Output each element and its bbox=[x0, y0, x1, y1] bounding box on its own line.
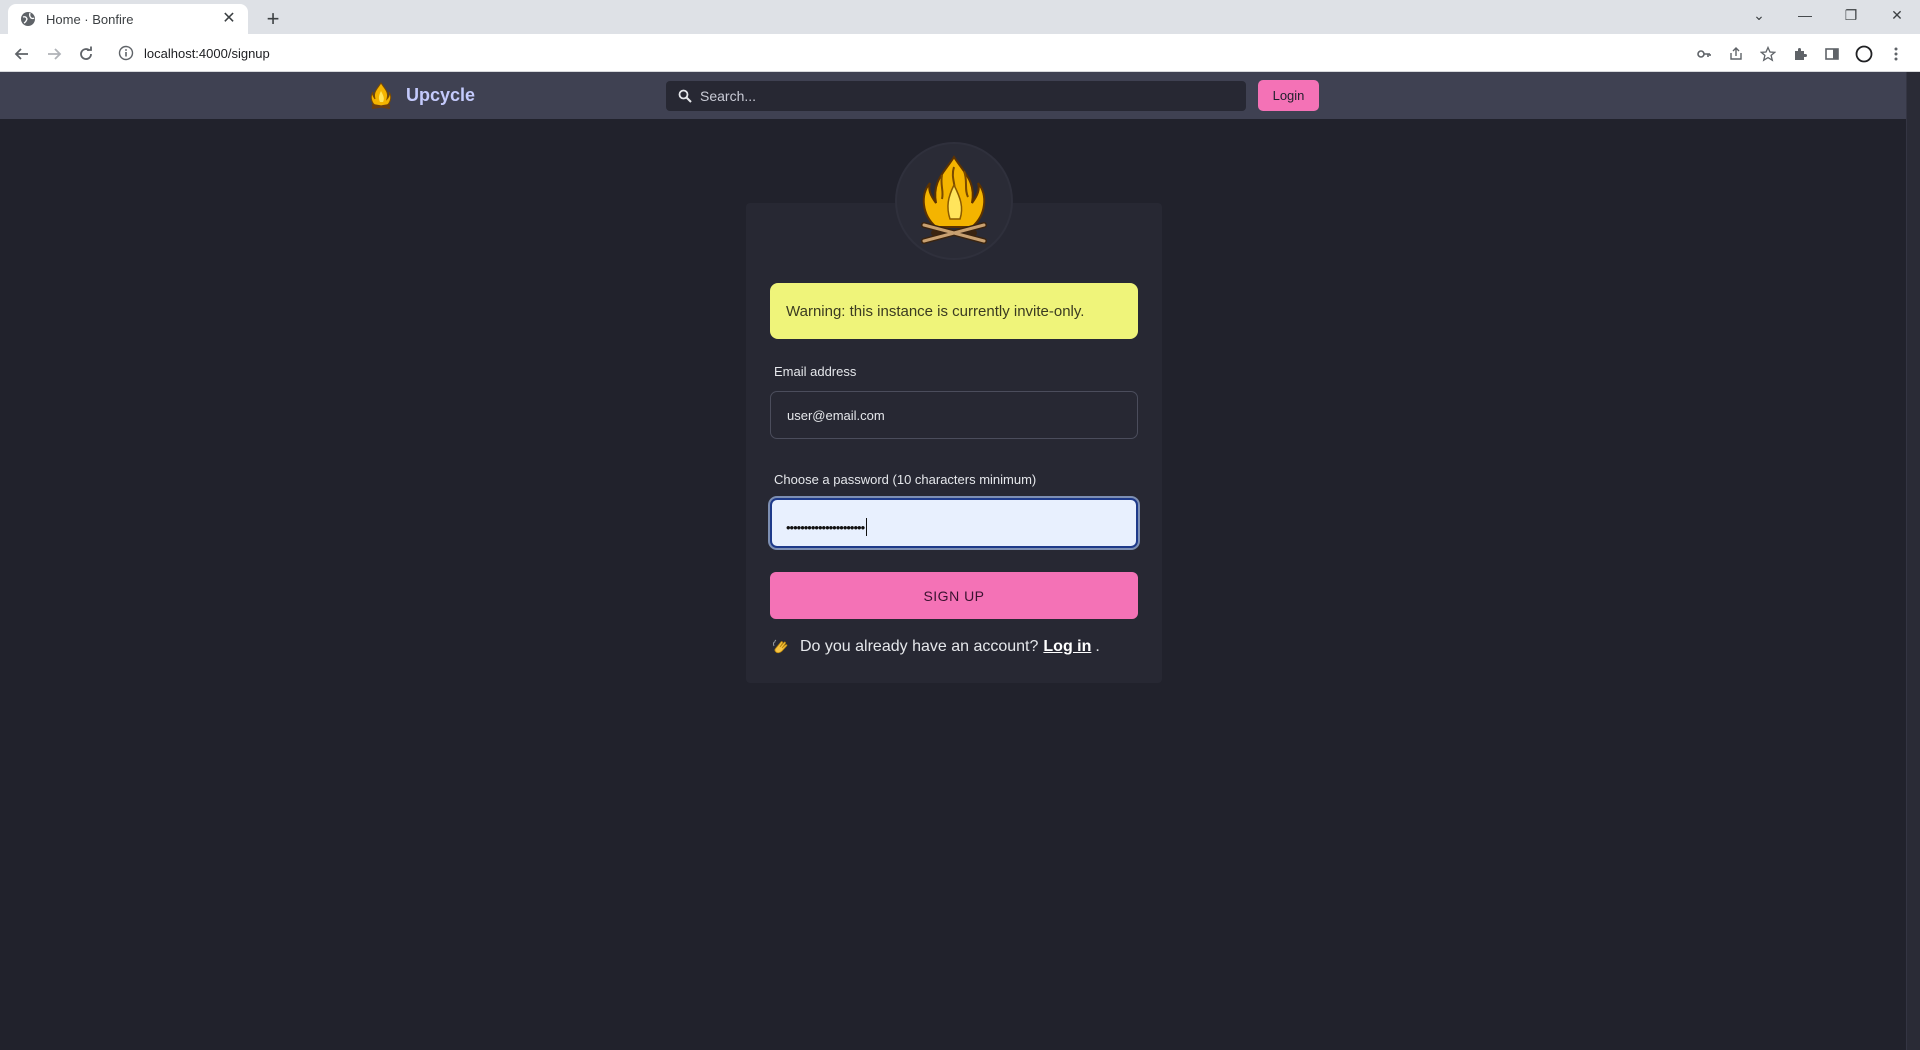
search-input[interactable] bbox=[700, 88, 1220, 104]
page-scrollbar[interactable] bbox=[1906, 72, 1920, 1050]
close-tab-icon[interactable]: ✕ bbox=[220, 10, 238, 28]
profile-icon[interactable] bbox=[1848, 40, 1880, 68]
login-prompt-period: . bbox=[1095, 638, 1100, 655]
browser-toolbar: localhost:4000/signup bbox=[0, 34, 1920, 72]
tab-title: Home · Bonfire bbox=[46, 11, 134, 27]
browser-tab-bar: Home · Bonfire ✕ + ⌄ — ❐ ✕ bbox=[0, 0, 1920, 34]
back-icon[interactable] bbox=[8, 40, 36, 68]
minimize-button[interactable]: — bbox=[1782, 0, 1828, 30]
star-icon[interactable] bbox=[1752, 40, 1784, 68]
password-mask-text: •••••••••••••••••••••• bbox=[786, 519, 865, 535]
browser-tab[interactable]: Home · Bonfire ✕ bbox=[8, 4, 248, 34]
menu-icon[interactable] bbox=[1880, 40, 1912, 68]
sidepanel-icon[interactable] bbox=[1816, 40, 1848, 68]
brand-link[interactable]: Upcycle bbox=[368, 81, 475, 109]
instance-logo bbox=[897, 144, 1011, 258]
brand-name: Upcycle bbox=[406, 84, 476, 105]
restore-button[interactable]: ❐ bbox=[1828, 0, 1874, 30]
bonfire-logo bbox=[368, 81, 394, 109]
password-mask: •••••••••••••••••••••• bbox=[786, 518, 868, 536]
login-link[interactable]: Log in bbox=[1043, 638, 1091, 656]
key-icon[interactable] bbox=[1688, 40, 1720, 68]
email-label: Email address bbox=[774, 364, 857, 379]
email-field[interactable] bbox=[770, 391, 1138, 439]
info-icon[interactable] bbox=[118, 45, 134, 61]
address-bar[interactable]: localhost:4000/signup bbox=[108, 39, 1778, 67]
toolbar-actions bbox=[1688, 40, 1912, 68]
share-icon[interactable] bbox=[1720, 40, 1752, 68]
sign-up-button[interactable]: SIGN UP bbox=[770, 572, 1138, 619]
globe-icon bbox=[20, 11, 36, 27]
search-icon bbox=[678, 89, 692, 103]
invite-only-warning: Warning: this instance is currently invi… bbox=[770, 283, 1138, 339]
url-text: localhost:4000/signup bbox=[144, 45, 270, 61]
login-button[interactable]: Login bbox=[1258, 80, 1319, 111]
extensions-icon[interactable] bbox=[1784, 40, 1816, 68]
search-bar[interactable] bbox=[666, 81, 1246, 111]
new-tab-button[interactable]: + bbox=[260, 6, 286, 32]
password-label: Choose a password (10 characters minimum… bbox=[774, 472, 1037, 487]
window-controls: ⌄ — ❐ ✕ bbox=[1736, 0, 1920, 30]
tab-search-icon[interactable]: ⌄ bbox=[1736, 0, 1782, 30]
close-window-button[interactable]: ✕ bbox=[1874, 0, 1920, 30]
reload-icon[interactable] bbox=[72, 40, 100, 68]
site-header: Upcycle Login bbox=[0, 72, 1906, 119]
wave-hand-icon bbox=[772, 638, 790, 656]
login-prompt-text: Do you already have an account? bbox=[800, 638, 1039, 655]
text-caret bbox=[866, 518, 868, 536]
forward-icon[interactable] bbox=[40, 40, 68, 68]
login-prompt: Do you already have an account? Log in . bbox=[772, 638, 1100, 656]
bonfire-logo-large bbox=[921, 155, 987, 244]
